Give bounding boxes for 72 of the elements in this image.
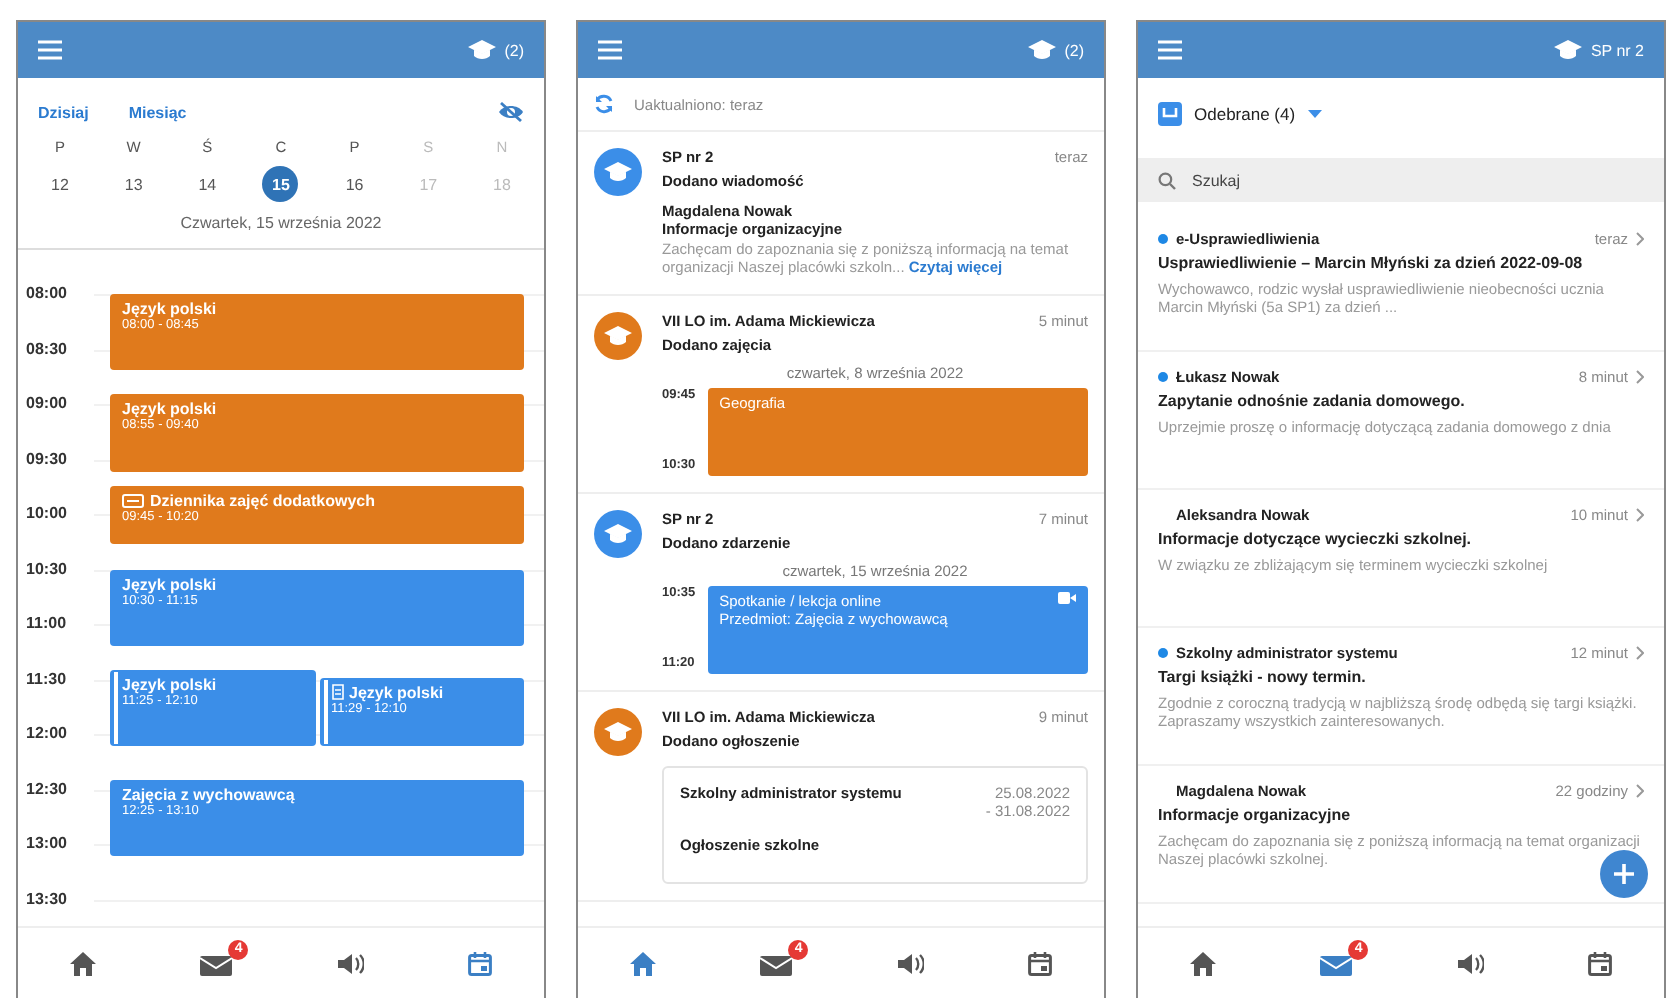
date-button[interactable]: 12 [42,166,78,202]
date-button[interactable]: 16 [336,166,373,202]
envelope-icon [1320,952,1353,976]
chevron-right-icon [1636,646,1644,660]
event-title: Język polski [122,300,217,318]
event-title: Język polski [122,575,217,593]
event-title: Język polski [122,675,217,694]
chevron-right-icon [1636,370,1644,384]
account-label[interactable]: (2) [504,41,524,59]
view-link[interactable]: Dzisiaj [38,103,89,121]
tag-icon [122,494,144,509]
event-title: Zajęcia z wychowawcą [122,785,295,804]
date-heading: Czwartek, 15 września 2022 [18,202,544,250]
marker-bar [323,679,327,745]
graduation-cap-icon[interactable] [1028,40,1057,60]
video-camera-icon [1058,591,1076,604]
time-label: 09:00 [26,394,67,412]
refresh-icon[interactable] [594,94,614,114]
speaker-icon [897,952,924,976]
time-label: 10:30 [26,559,67,577]
menu-icon[interactable] [598,40,622,60]
message-subject: Informacje organizacyjne [1158,806,1353,824]
calendar-icon [1027,952,1052,976]
folder-dropdown[interactable]: Odebrane (4) [1194,104,1296,124]
time-label: 10:00 [26,504,67,522]
account-label[interactable]: (2) [1064,41,1084,59]
date-button[interactable]: 15 [262,166,299,202]
calendar-icon [467,952,492,976]
search-icon [1158,171,1176,189]
time-label: 12:30 [26,779,67,797]
event-title: Dziennika zajęć dodatkowych [150,492,375,511]
time-label: 11:30 [26,669,67,687]
graduation-cap-icon[interactable] [468,40,497,60]
home-icon [70,952,97,976]
view-link[interactable]: Miesiąc [128,103,187,121]
date-button[interactable]: 13 [115,166,152,202]
menu-icon[interactable] [1158,40,1182,60]
speaker-icon [1457,952,1484,976]
chevron-right-icon [1636,784,1644,798]
time-label: 09:30 [26,449,67,467]
time-label: 13:30 [26,889,67,907]
inbox-icon [1158,102,1182,126]
graduation-cap-icon[interactable] [1554,40,1583,60]
message-subject: Usprawiedliwienie – Marcin Młyński za dzień 2022-09-08 [1158,254,1585,272]
caret-icon[interactable] [1307,110,1322,118]
search-field[interactable]: Szukaj [1138,158,1664,202]
message-subject: Zapytanie odnośnie zadania domowego. [1158,392,1467,410]
eye-off-icon[interactable] [498,102,524,122]
home-icon [630,952,657,976]
time-label: 08:00 [26,284,67,302]
marker-bar [114,671,118,745]
time-label: 12:00 [26,724,67,742]
time-label: 11:00 [26,614,67,632]
date-button[interactable]: 14 [189,166,226,202]
note-icon [331,684,343,701]
message-subject: Targi książki - nowy termin. [1158,668,1368,686]
speaker-icon [337,952,364,976]
time-label: 08:30 [26,339,67,357]
event-title: Język polski [349,683,444,702]
chevron-right-icon [1636,508,1644,522]
compose-button[interactable] [1600,850,1648,898]
account-label[interactable]: SP nr 2 [1590,41,1644,59]
envelope-icon [200,952,233,976]
chevron-right-icon [1636,232,1644,246]
event-title: Język polski [122,400,217,419]
time-label: 13:00 [26,834,67,852]
plus-icon [1614,864,1634,884]
menu-icon[interactable] [38,40,62,60]
calendar-icon [1587,952,1612,976]
message-subject: Informacje dotyczące wycieczki szkolnej. [1158,530,1474,548]
envelope-icon [760,952,793,976]
home-icon [1190,952,1217,976]
